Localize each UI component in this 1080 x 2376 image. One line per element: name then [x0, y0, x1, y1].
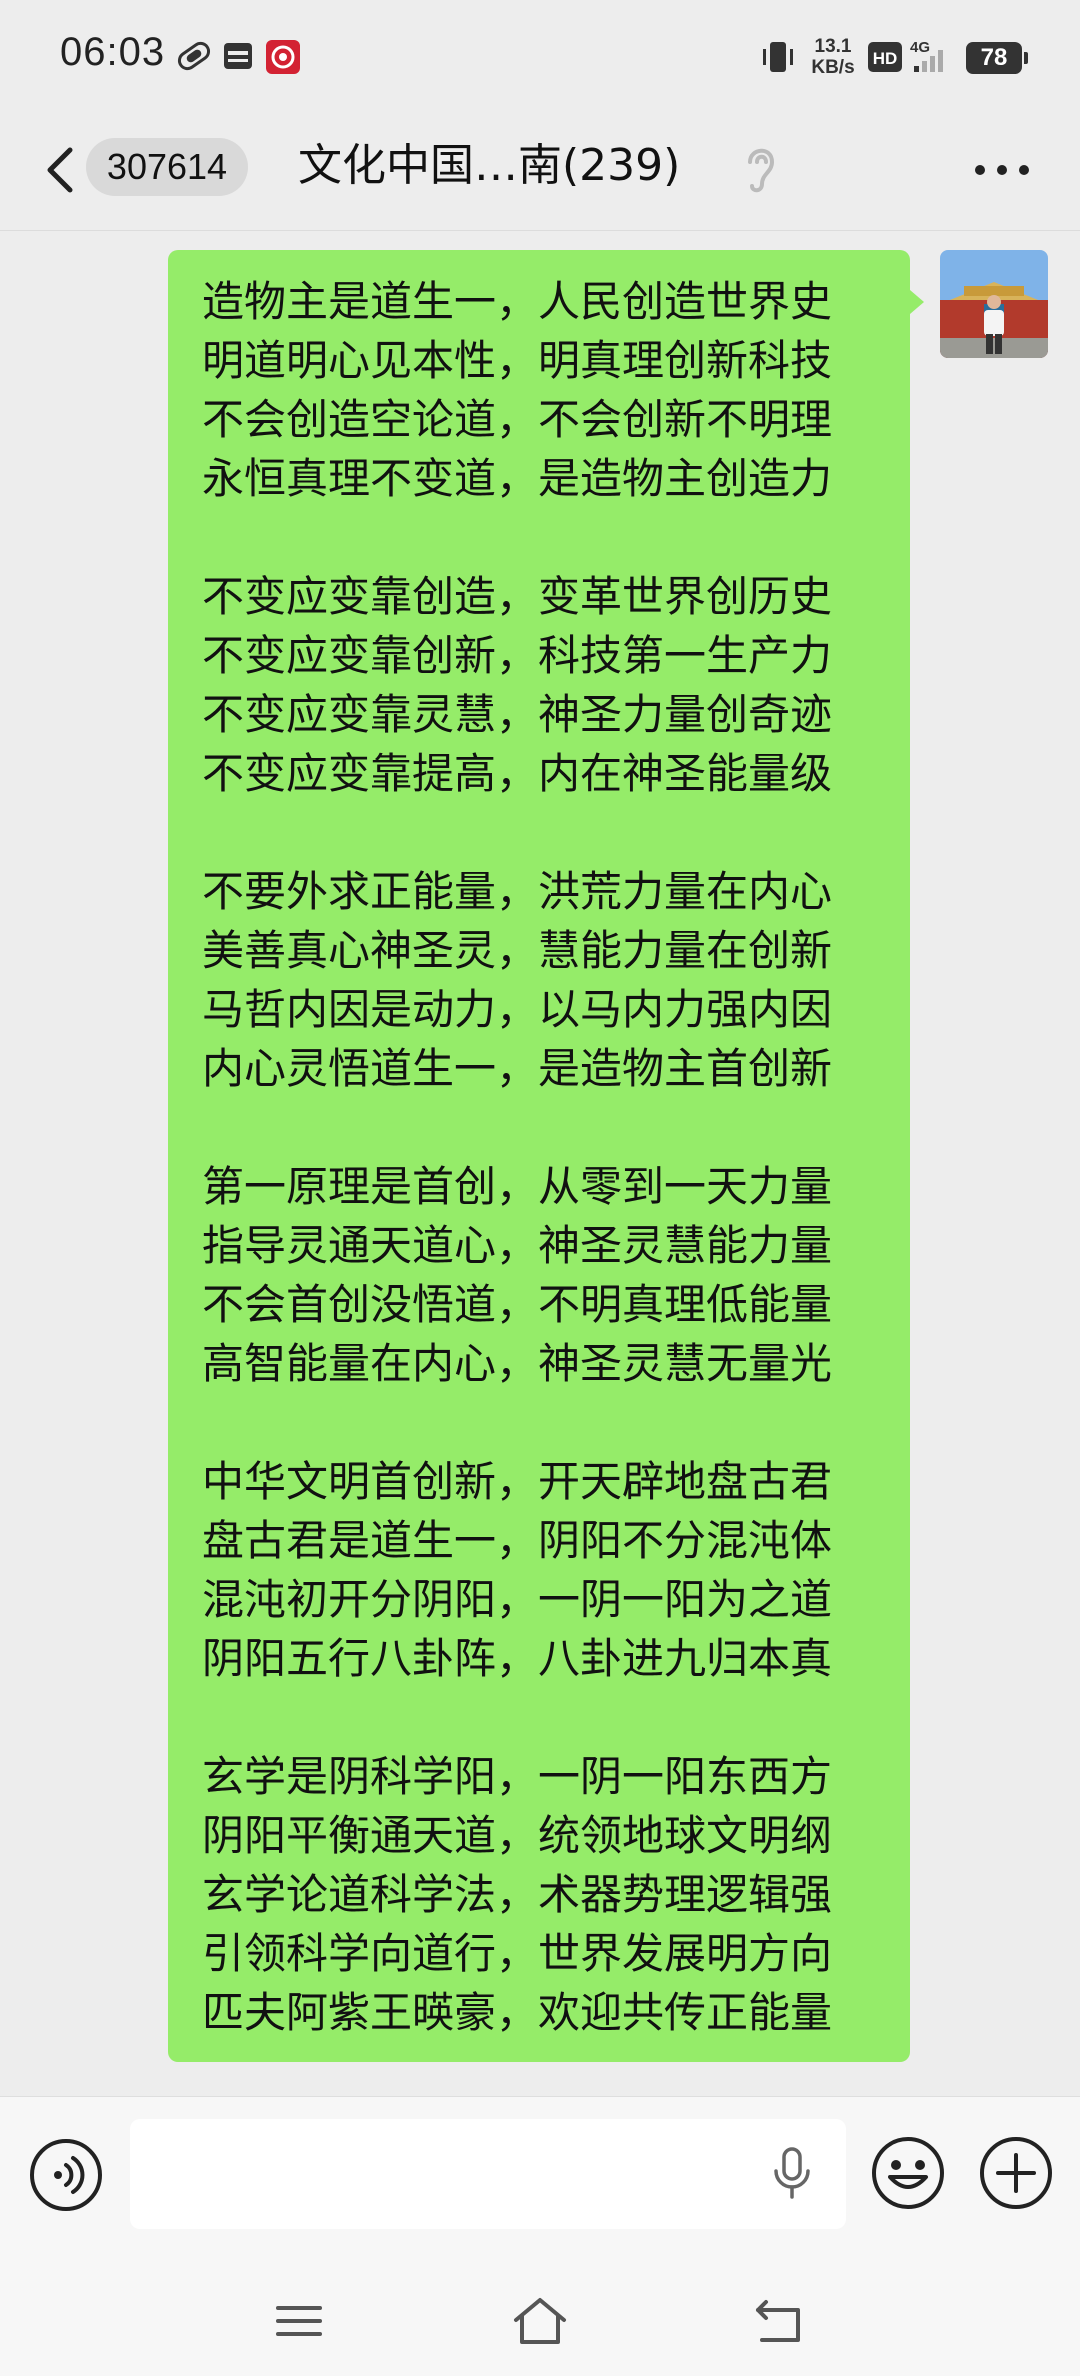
emoji-button[interactable]: [870, 2135, 946, 2215]
back-button[interactable]: [40, 140, 80, 200]
message-line: 第一原理是首创，从零到一天力量: [202, 1162, 833, 1211]
message-line: 造物主是道生一，人民创造世界史: [202, 277, 833, 326]
mic-icon[interactable]: [770, 2147, 814, 2203]
menu-button[interactable]: [272, 2294, 326, 2352]
message-line: 不要外求正能量，洪荒力量在内心: [202, 867, 833, 916]
battery-icon: 78: [966, 42, 1028, 74]
message-line: 明道明心见本性，明真理创新科技: [202, 336, 833, 385]
message-line: 不会创造空论道，不会创新不明理: [202, 395, 833, 444]
message-stanza: 造物主是道生一，人民创造世界史 明道明心见本性，明真理创新科技 不会创造空论道，不会…: [202, 272, 892, 508]
status-bar: 06:03 13.1 KB/s HD 4G 78: [0, 0, 1080, 110]
hd-icon: HD: [868, 42, 902, 76]
back-icon: [756, 2300, 800, 2342]
message-text: 造物主是道生一，人民创造世界史 明道明心见本性，明真理创新科技 不会创造空论道，不会…: [202, 272, 892, 2042]
message-line: 阴阳五行八卦阵，八卦进九归本真: [202, 1634, 833, 1683]
nav-back-button[interactable]: [752, 2294, 808, 2352]
plus-button[interactable]: [978, 2135, 1054, 2215]
unread-count-badge[interactable]: 307614: [86, 138, 248, 196]
message-line: 玄学论道科学法，术器势理逻辑强: [202, 1870, 833, 1919]
status-time: 06:03: [60, 30, 166, 74]
message-stanza: 不要外求正能量，洪荒力量在内心 美善真心神圣灵，慧能力量在创新 马哲内因是动力，以马…: [202, 862, 892, 1098]
input-bar: [0, 2096, 1080, 2267]
menu-icon: [276, 2306, 322, 2336]
message-line: 不会首创没悟道，不明真理低能量: [202, 1280, 833, 1329]
message-line: 高智能量在内心，神圣灵慧无量光: [202, 1339, 833, 1388]
message-line: 永恒真理不变道，是造物主创造力: [202, 454, 833, 503]
message-stanza: 不变应变靠创造，变革世界创历史 不变应变靠创新，科技第一生产力 不变应变靠灵慧，神圣…: [202, 567, 892, 803]
message-line: 引领科学向道行，世界发展明方向: [202, 1929, 833, 1978]
message-stanza: 第一原理是首创，从零到一天力量 指导灵通天道心，神圣灵慧能力量 不会首创没悟道，不明…: [202, 1157, 892, 1393]
message-line: 玄学是阴科学阳，一阴一阳东西方: [202, 1752, 833, 1801]
more-icon: [975, 165, 1029, 175]
wallet-icon: [222, 40, 254, 76]
more-button[interactable]: [972, 158, 1032, 182]
voice-button[interactable]: [28, 2137, 104, 2217]
emoji-icon: [872, 2137, 944, 2209]
message-line: 不变应变靠灵慧，神圣力量创奇迹: [202, 690, 833, 739]
ear-icon: [740, 140, 780, 200]
system-nav-bar: [0, 2266, 1080, 2376]
link-icon: [176, 40, 212, 76]
message-line: 不变应变靠创新，科技第一生产力: [202, 631, 833, 680]
message-line: 美善真心神圣灵，慧能力量在创新: [202, 926, 833, 975]
chat-header: 307614 文化中国…南(239): [0, 110, 1080, 231]
message-line: 匹夫阿紫王暎豪，欢迎共传正能量: [202, 1988, 833, 2037]
chat-title: 文化中国…南(239): [298, 140, 681, 191]
message-line: 指导灵通天道心，神圣灵慧能力量: [202, 1221, 833, 1270]
signal-icon: 4G: [910, 38, 956, 78]
message-bubble[interactable]: 造物主是道生一，人民创造世界史 明道明心见本性，明真理创新科技 不会创造空论道，不会…: [168, 250, 924, 2062]
red-app-icon: [266, 40, 300, 78]
message-line: 内心灵悟道生一，是造物主首创新: [202, 1044, 833, 1093]
svg-text:4G: 4G: [910, 39, 930, 56]
network-speed: 13.1 KB/s: [811, 36, 855, 78]
message-line: 中华文明首创新，开天辟地盘古君: [202, 1457, 833, 1506]
home-button[interactable]: [510, 2294, 570, 2352]
message-input[interactable]: [130, 2119, 846, 2229]
message-line: 盘古君是道生一，阴阳不分混沌体: [202, 1516, 833, 1565]
message-line: 不变应变靠创造，变革世界创历史: [202, 572, 833, 621]
plus-icon: [980, 2137, 1052, 2209]
message-line: 马哲内因是动力，以马内力强内因: [202, 985, 833, 1034]
svg-text:HD: HD: [873, 49, 898, 68]
vibrate-icon: [760, 40, 796, 78]
message-stanza: 中华文明首创新，开天辟地盘古君 盘古君是道生一，阴阳不分混沌体 混沌初开分阴阳，一阴…: [202, 1452, 892, 1688]
message-stanza: 玄学是阴科学阳，一阴一阳东西方 阴阳平衡通天道，统领地球文明纲 玄学论道科学法，术器…: [202, 1747, 892, 2042]
message-line: 不变应变靠提高，内在神圣能量级: [202, 749, 833, 798]
home-icon: [514, 2298, 566, 2344]
avatar[interactable]: [940, 250, 1048, 358]
message-line: 混沌初开分阴阳，一阴一阳为之道: [202, 1575, 833, 1624]
message-line: 阴阳平衡通天道，统领地球文明纲: [202, 1811, 833, 1860]
back-arrow-icon: [47, 147, 73, 193]
voice-icon: [30, 2139, 102, 2211]
